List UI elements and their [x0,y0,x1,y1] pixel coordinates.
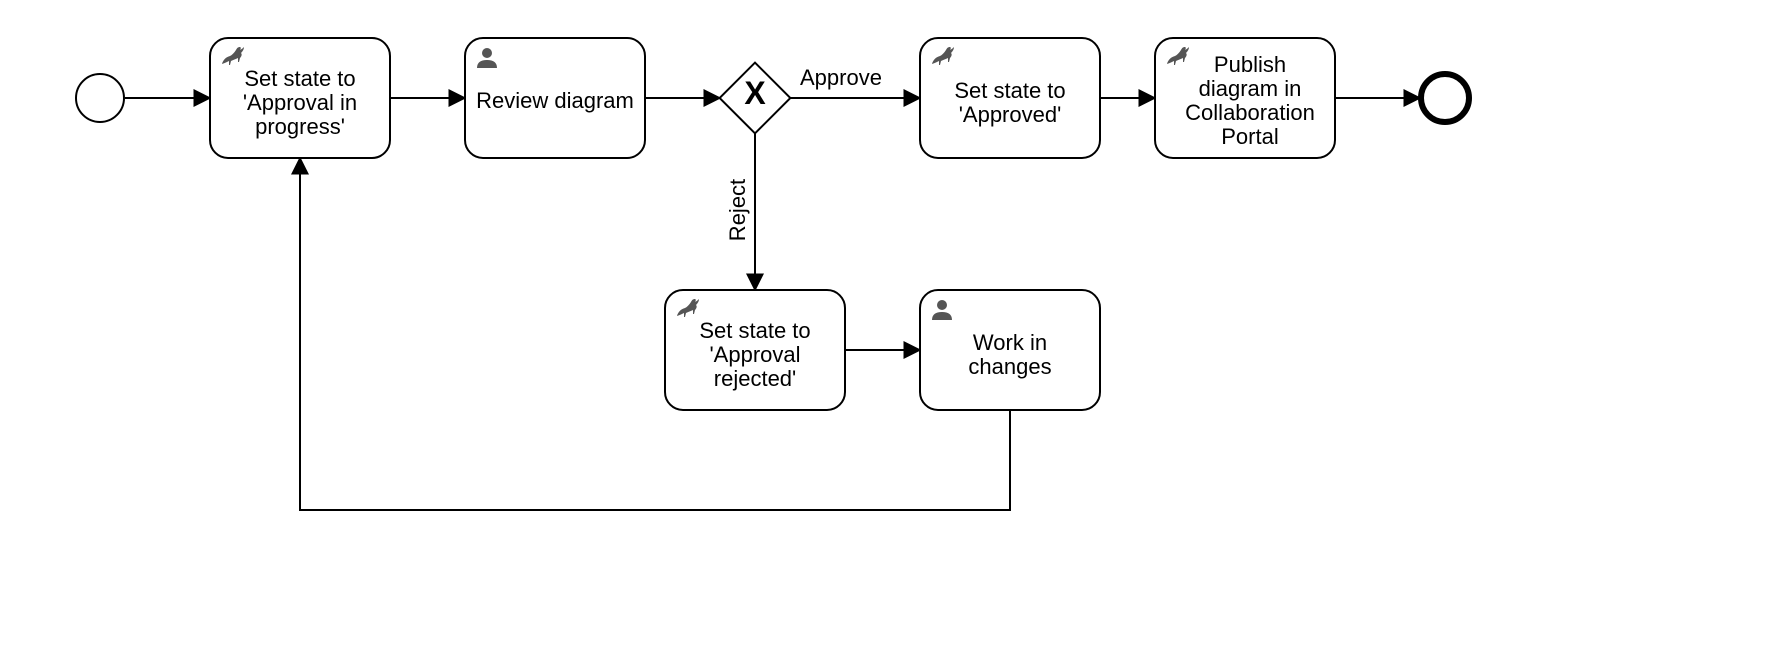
task-label: Set state to [699,318,810,343]
edge-label-reject: Reject [725,179,750,241]
task-review-diagram[interactable]: Review diagram [465,38,645,158]
task-label: Review diagram [476,88,634,113]
task-label: 'Approval [709,342,800,367]
end-event[interactable] [1421,74,1469,122]
task-label: 'Approved' [959,102,1062,127]
task-label: diagram in [1199,76,1302,101]
task-label: 'Approval in [243,90,357,115]
task-label: Portal [1221,124,1278,149]
task-label: Work in [973,330,1047,355]
task-work-in-changes[interactable]: Work in changes [920,290,1100,410]
start-event[interactable] [76,74,124,122]
edge-label-approve: Approve [800,65,882,90]
task-set-approved[interactable]: Set state to 'Approved' [920,38,1100,158]
edge-work-to-in-progress [300,158,1010,510]
exclusive-gateway[interactable]: X [720,63,791,134]
task-label: Set state to [954,78,1065,103]
task-label: rejected' [714,366,796,391]
bpmn-diagram: Approve Reject Set state to 'Approval in… [0,0,1776,654]
task-label: Set state to [244,66,355,91]
task-set-approval-in-progress[interactable]: Set state to 'Approval in progress' [210,38,390,158]
task-label: progress' [255,114,345,139]
task-label: Collaboration [1185,100,1315,125]
gateway-x-icon: X [744,75,766,111]
task-label: changes [968,354,1051,379]
task-label: Publish [1214,52,1286,77]
task-set-approval-rejected[interactable]: Set state to 'Approval rejected' [665,290,845,410]
task-publish-diagram[interactable]: Publish diagram in Collaboration Portal [1155,38,1335,158]
